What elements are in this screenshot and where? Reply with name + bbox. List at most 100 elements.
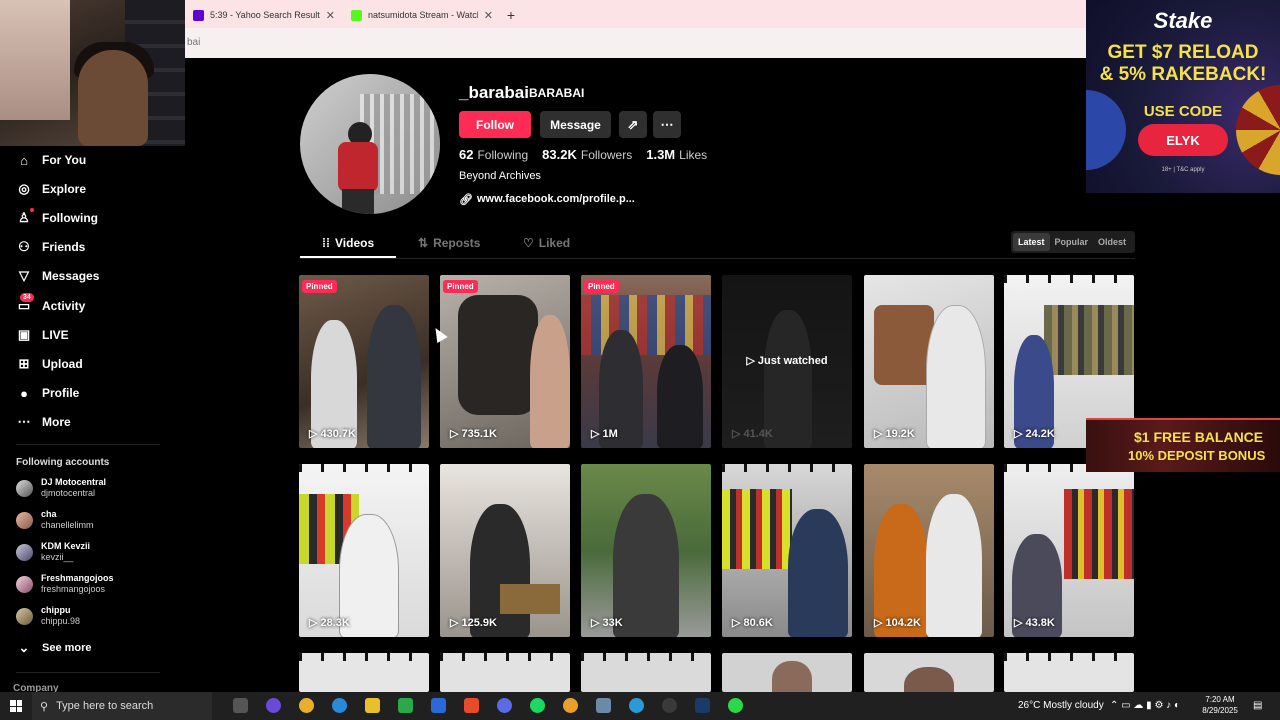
sort-oldest-button[interactable]: Oldest <box>1093 233 1131 251</box>
address-bar[interactable]: bai <box>185 28 1086 58</box>
edge-icon[interactable] <box>332 698 347 713</box>
sidebar-item-messages[interactable]: ▽ Messages <box>16 266 99 286</box>
account-item[interactable]: cha chanellelimm <box>16 509 94 531</box>
browser-tab[interactable]: 5:39 - Yahoo Search Results ✕ <box>185 2 343 28</box>
sidebar-item-more[interactable]: ⋯ More <box>16 412 71 432</box>
account-name: cha <box>41 509 57 519</box>
ad-code-label: USE CODE <box>1143 103 1223 120</box>
app-icon[interactable] <box>596 698 611 713</box>
close-tab-icon[interactable]: ✕ <box>326 9 335 22</box>
sort-latest-button[interactable]: Latest <box>1013 233 1050 251</box>
video-card[interactable]: Pinned ▷ 1M <box>581 275 711 448</box>
task-view-icon[interactable] <box>233 698 248 713</box>
chrome-icon[interactable] <box>299 698 314 713</box>
see-more-button[interactable]: ⌄ See more <box>16 638 92 658</box>
ad-ball-graphic <box>1086 90 1126 170</box>
close-tab-icon[interactable]: ✕ <box>484 9 493 22</box>
account-item[interactable]: Freshmangojoos freshmangojoos <box>16 573 114 595</box>
ad-code-button[interactable]: ELYK <box>1138 124 1228 156</box>
sidebar-item-friends[interactable]: ⚇ Friends <box>16 237 85 257</box>
video-card[interactable]: Pinned ▷ 735.1K <box>440 275 570 448</box>
sidebar-item-profile[interactable]: ● Profile <box>16 383 79 403</box>
video-clothes <box>1044 305 1134 375</box>
video-card[interactable]: ▷ 33K <box>581 464 711 637</box>
view-count: 80.6K <box>743 617 773 629</box>
copilot-icon[interactable] <box>266 698 281 713</box>
share-button[interactable]: ⇗ <box>619 111 647 138</box>
message-button[interactable]: Message <box>540 111 611 138</box>
followers-stat[interactable]: 83.2K Followers <box>542 147 632 162</box>
following-stat[interactable]: 62 Following <box>459 147 528 162</box>
account-item[interactable]: DJ Motocentral djmotocentral <box>16 477 106 499</box>
video-card[interactable]: ▷ 104.2K <box>864 464 994 637</box>
video-card[interactable] <box>864 653 994 692</box>
account-item[interactable]: chippu chippu.98 <box>16 605 80 627</box>
sort-popular-button[interactable]: Popular <box>1050 233 1094 251</box>
sidebar-item-label: More <box>42 415 71 429</box>
followers-label: Followers <box>580 148 633 162</box>
notification-icon[interactable]: ▤ <box>1253 700 1262 711</box>
steam-icon[interactable] <box>695 698 710 713</box>
view-count: 430.7K <box>320 428 356 440</box>
bonus-ad-banner[interactable]: $1 FREE BALANCE 10% DEPOSIT BONUS <box>1086 418 1280 472</box>
browser-tab[interactable]: natsumidota Stream - Watch Li ✕ <box>343 2 501 28</box>
video-card[interactable]: Pinned ▷ 430.7K <box>299 275 429 448</box>
store-icon[interactable] <box>398 698 413 713</box>
ad-headline-line: & 5% RAKEBACK! <box>1099 64 1267 85</box>
video-card[interactable]: ▷ Just watched ▷ 41.4K <box>722 275 852 448</box>
stake-ad-banner[interactable]: Stake GET $7 RELOAD & 5% RAKEBACK! USE CO… <box>1086 0 1280 193</box>
tab-reposts[interactable]: ⇅ Reposts <box>418 236 480 250</box>
chrome-active-icon[interactable] <box>563 698 578 713</box>
follow-button[interactable]: Follow <box>459 111 531 138</box>
avatar <box>16 607 33 625</box>
weather-text[interactable]: 26°C Mostly cloudy <box>1018 700 1104 711</box>
ad-headline: GET $7 RELOAD & 5% RAKEBACK! <box>1086 42 1280 86</box>
video-card[interactable]: ▷ 19.2K <box>864 275 994 448</box>
kick-favicon-icon <box>351 9 362 21</box>
tray-icons[interactable]: ⌃ ▭ ☁ ▮ ⚙ ♪ ◐ <box>1110 700 1180 711</box>
video-rack <box>722 464 852 472</box>
discord-icon[interactable] <box>497 698 512 713</box>
account-item[interactable]: KDM Kevzii kevzii__ <box>16 541 90 563</box>
play-icon: ▷ <box>450 617 462 629</box>
telegram-icon[interactable] <box>629 698 644 713</box>
sidebar-item-live[interactable]: ▣ LIVE <box>16 325 69 345</box>
tab-liked[interactable]: ♡ Liked <box>523 236 570 250</box>
play-icon: ▷ <box>874 617 886 629</box>
more-options-button[interactable]: ⋯ <box>653 111 681 138</box>
video-card[interactable] <box>299 653 429 692</box>
file-explorer-icon[interactable] <box>365 698 380 713</box>
profile-bio: Beyond Archives <box>459 170 541 182</box>
video-card[interactable] <box>581 653 711 692</box>
sidebar-item-label: Messages <box>42 269 100 283</box>
video-card[interactable]: ▷ 43.8K <box>1004 464 1134 637</box>
video-card[interactable] <box>722 653 852 692</box>
tab-videos[interactable]: ⁞⁞ Videos <box>322 236 374 250</box>
video-card[interactable]: ▷ 28.3K <box>299 464 429 637</box>
taskbar-search[interactable]: ⚲ Type here to search <box>32 692 212 720</box>
sidebar-item-for-you[interactable]: ⌂ For You <box>16 150 86 170</box>
video-card[interactable] <box>1004 653 1134 692</box>
sidebar-item-following[interactable]: ♙ Following <box>16 208 98 228</box>
upload-icon: ⊞ <box>18 356 30 371</box>
avatar <box>16 479 33 497</box>
taskbar-clock[interactable]: 7:20 AM 8/29/2025 <box>1198 694 1242 716</box>
video-card[interactable]: ▷ 125.9K <box>440 464 570 637</box>
tab-label: Liked <box>538 236 571 250</box>
obs-icon[interactable] <box>662 698 677 713</box>
live-icon: ▣ <box>17 327 31 342</box>
sidebar-item-explore[interactable]: ◎ Explore <box>16 179 86 199</box>
brave-icon[interactable] <box>464 698 479 713</box>
video-card[interactable]: ▷ 80.6K <box>722 464 852 637</box>
new-tab-button[interactable]: + <box>501 2 521 28</box>
avatar-legs <box>342 189 374 214</box>
windows-start-icon[interactable] <box>10 700 22 712</box>
sidebar-item-upload[interactable]: ⊞ Upload <box>16 354 83 374</box>
app-green-icon[interactable] <box>728 698 743 713</box>
profile-link[interactable]: 🔗︎ www.facebook.com/profile.p... <box>459 193 635 206</box>
outlook-icon[interactable] <box>431 698 446 713</box>
sidebar-item-activity[interactable]: ▭ 34 Activity <box>16 293 85 316</box>
profile-icon: ● <box>20 385 28 401</box>
spotify-icon[interactable] <box>530 698 545 713</box>
video-card[interactable] <box>440 653 570 692</box>
